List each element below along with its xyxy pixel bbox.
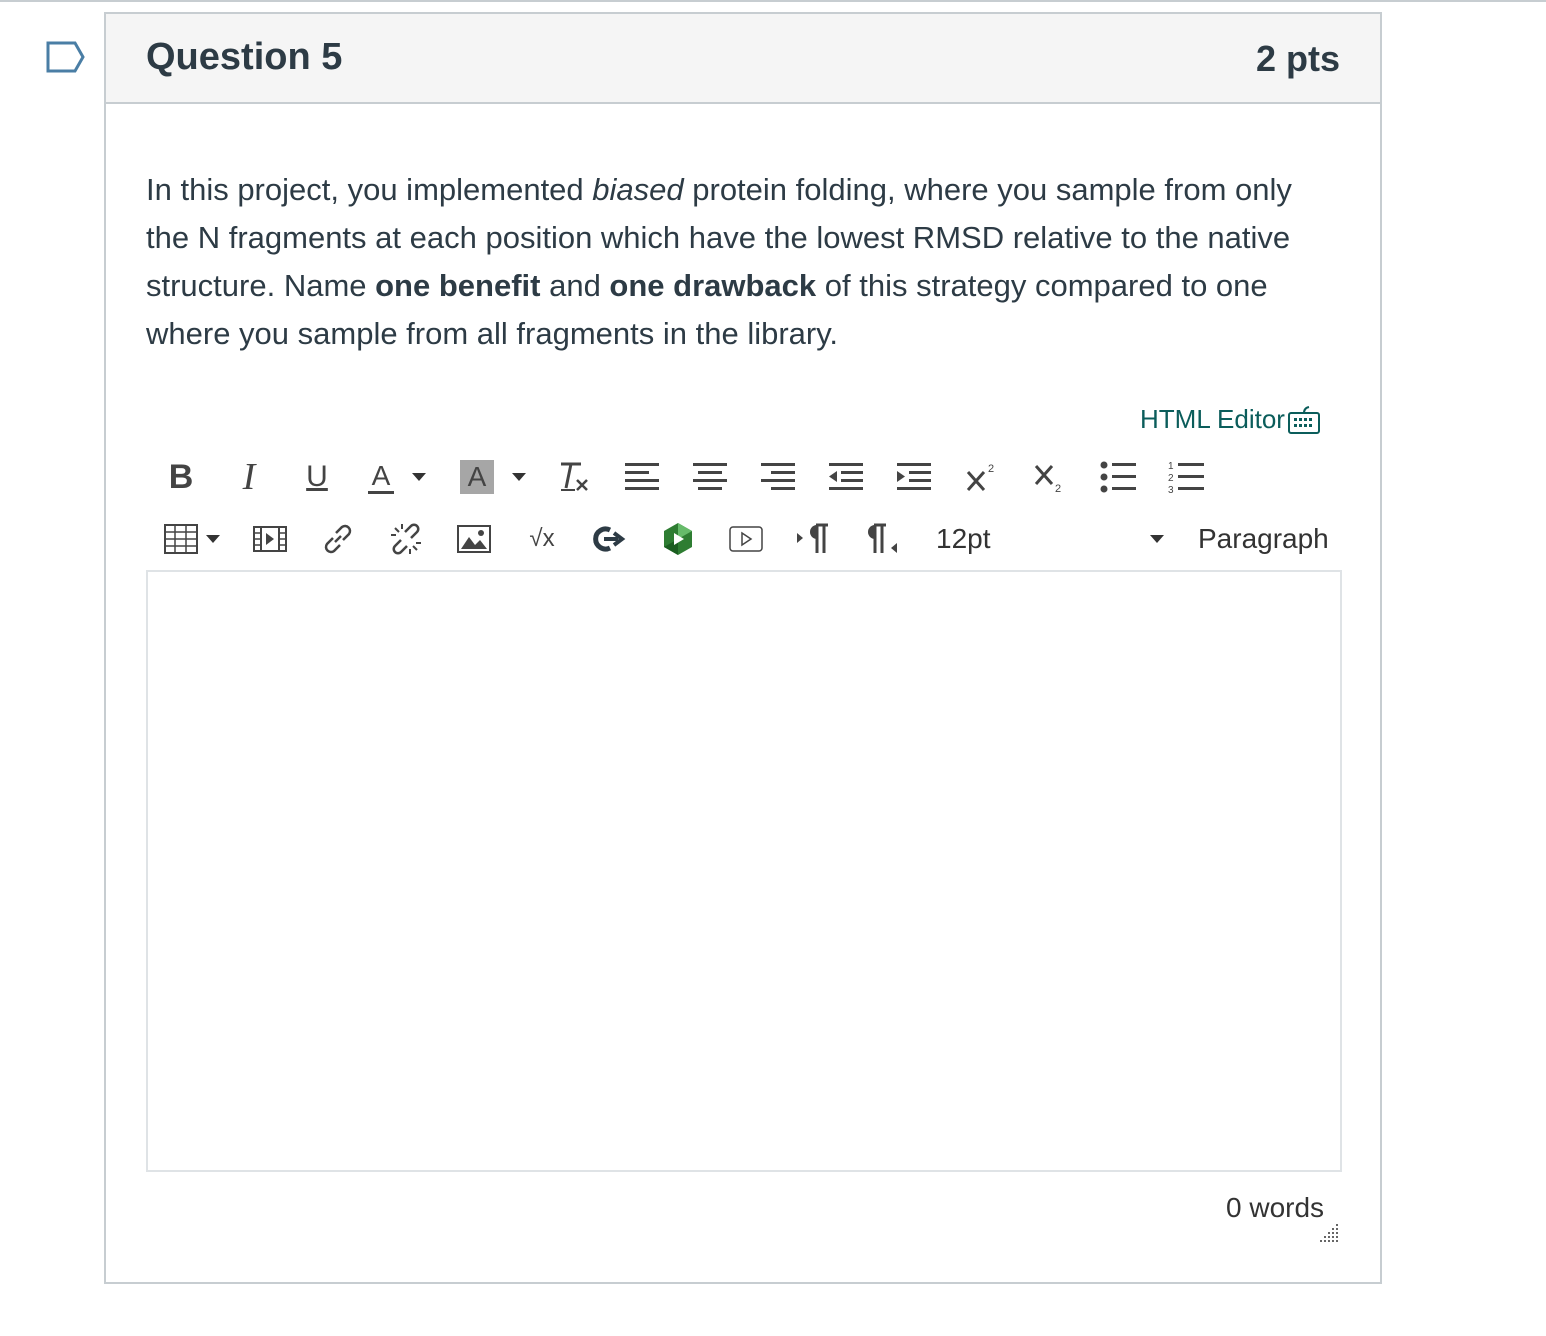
unlink-icon	[391, 523, 421, 555]
indent-button[interactable]	[894, 454, 934, 500]
play-icon	[729, 526, 763, 552]
bold-icon: B	[168, 457, 194, 496]
outdent-button[interactable]	[826, 454, 866, 500]
external-tools-button[interactable]	[592, 516, 628, 562]
clear-formatting-button[interactable]	[554, 454, 594, 500]
image-button[interactable]	[456, 516, 492, 562]
word-count: 0 words	[1226, 1192, 1325, 1223]
underline-button[interactable]: U	[298, 454, 336, 500]
svg-text:2: 2	[1168, 473, 1174, 484]
svg-text:3: 3	[1168, 485, 1174, 494]
external-tools-icon	[593, 526, 626, 552]
top-divider	[0, 0, 1546, 2]
bullet-list-button[interactable]	[1098, 454, 1138, 500]
studio-icon	[664, 523, 692, 555]
underline-icon: U	[306, 460, 328, 493]
equation-button[interactable]: √x	[524, 516, 560, 562]
superscript-button[interactable]: 2	[962, 454, 1002, 500]
align-right-icon	[761, 463, 795, 490]
flag-question-icon[interactable]	[45, 40, 87, 74]
question-text-strong: one benefit	[375, 268, 541, 303]
question-card: Question 5 2 pts In this project, you im…	[104, 12, 1382, 1284]
background-color-icon: A	[459, 460, 495, 494]
align-left-button[interactable]	[622, 454, 662, 500]
question-points: 2 pts	[1255, 38, 1340, 79]
question-text-part: In this project, you implemented	[146, 172, 593, 207]
question-text-part: and	[540, 268, 610, 303]
numbered-list-button[interactable]: 123	[1166, 454, 1206, 500]
align-right-button[interactable]	[758, 454, 798, 500]
outdent-icon	[829, 463, 863, 490]
table-icon	[164, 524, 198, 554]
html-editor-link[interactable]: HTML Editor	[1140, 404, 1321, 435]
chevron-down-icon	[412, 473, 427, 481]
chevron-down-icon	[1150, 535, 1164, 543]
text-color-icon: A	[367, 460, 395, 494]
align-center-icon	[693, 463, 727, 490]
text-color-button[interactable]: A	[366, 454, 428, 500]
film-icon	[253, 526, 287, 552]
subscript-button[interactable]: 2	[1030, 454, 1070, 500]
image-icon	[457, 525, 491, 553]
indent-icon	[897, 463, 931, 490]
answer-editor[interactable]	[146, 570, 1342, 1172]
question-header: Question 5 2 pts	[106, 14, 1380, 104]
link-button[interactable]	[320, 516, 356, 562]
align-center-button[interactable]	[690, 454, 730, 500]
editor-toolbar-row-2: √x 12pt Paragraph	[162, 514, 1338, 564]
align-left-icon	[625, 463, 659, 490]
studio-button[interactable]	[660, 516, 696, 562]
paragraph-format-select[interactable]: Paragraph	[1198, 516, 1338, 562]
resize-handle-icon[interactable]	[1318, 1222, 1340, 1244]
keyboard-icon	[1287, 405, 1320, 434]
media-player-button[interactable]	[728, 516, 764, 562]
font-size-value: 12pt	[936, 523, 991, 554]
question-text-emphasis: biased	[592, 172, 684, 207]
html-editor-label: HTML Editor	[1140, 404, 1285, 434]
question-text-strong: one drawback	[609, 268, 817, 303]
svg-text:2: 2	[988, 463, 994, 475]
chevron-down-icon	[512, 473, 527, 481]
numbered-list-icon: 123	[1168, 461, 1204, 494]
background-color-button[interactable]: A	[458, 454, 528, 500]
paragraph-format-value: Paragraph	[1198, 523, 1329, 554]
rtl-button[interactable]	[864, 516, 900, 562]
italic-icon: I	[242, 456, 256, 498]
editor-toolbar-row-1: B I U A A 2 2 1 2 3	[162, 452, 1206, 502]
svg-text:2: 2	[1055, 483, 1061, 494]
bullet-list-icon	[1100, 461, 1136, 493]
bold-button[interactable]: B	[162, 454, 200, 500]
font-size-select[interactable]: 12pt	[936, 516, 1164, 562]
question-text: In this project, you implemented biased …	[146, 166, 1326, 358]
table-button[interactable]	[162, 516, 222, 562]
chevron-down-icon	[206, 535, 220, 543]
paragraph-ltr-icon	[797, 523, 828, 553]
question-title: Question 5	[146, 36, 343, 78]
svg-text:1: 1	[1168, 461, 1174, 472]
ltr-button[interactable]	[796, 516, 832, 562]
unlink-button[interactable]	[388, 516, 424, 562]
paragraph-rtl-icon	[868, 523, 897, 553]
sqrt-icon: √x	[529, 525, 555, 552]
media-button[interactable]	[252, 516, 288, 562]
superscript-icon: 2	[966, 463, 994, 491]
italic-button[interactable]: I	[230, 454, 268, 500]
clear-formatting-icon	[561, 462, 588, 491]
link-icon	[324, 524, 352, 554]
subscript-icon: 2	[1034, 465, 1061, 494]
